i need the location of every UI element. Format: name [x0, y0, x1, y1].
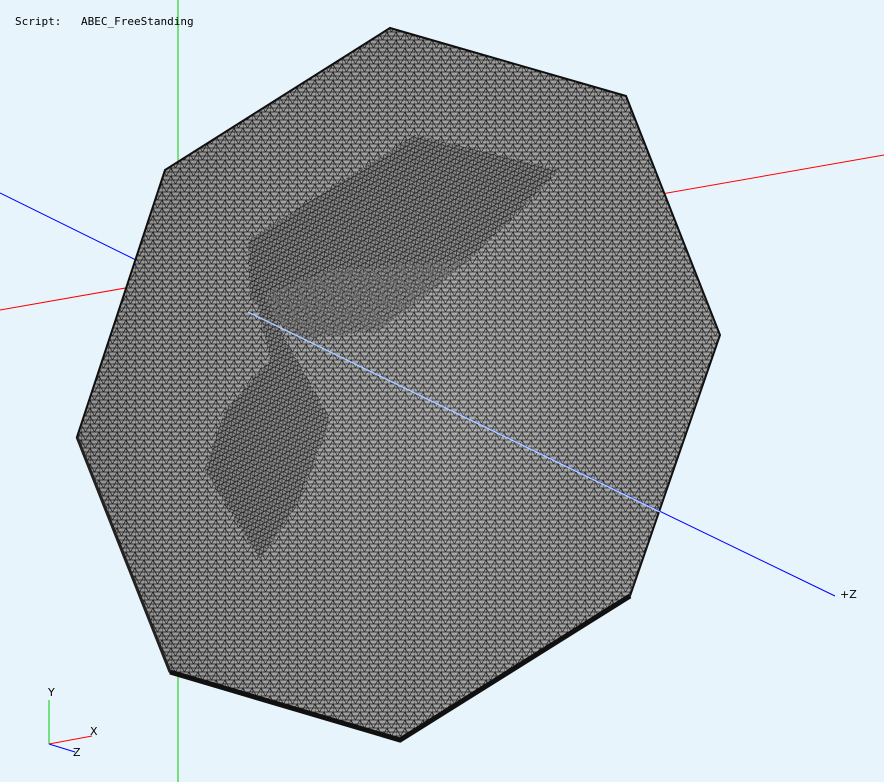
script-label: Script:	[15, 15, 62, 28]
mesh-scene[interactable]: +Z Y X Z	[0, 0, 884, 782]
triad-x-label: X	[90, 725, 98, 738]
triad-z-label: Z	[73, 746, 81, 759]
z-axis-line-back	[0, 192, 141, 263]
3d-viewport[interactable]: +Z Y X Z Script: ABEC_FreeStanding	[0, 0, 884, 782]
orientation-triad: Y X Z	[47, 686, 98, 759]
z-axis-label: +Z	[840, 588, 857, 601]
mesh-body[interactable]	[75, 26, 722, 743]
triad-y-label: Y	[47, 686, 55, 699]
script-name: ABEC_FreeStanding	[81, 15, 194, 28]
